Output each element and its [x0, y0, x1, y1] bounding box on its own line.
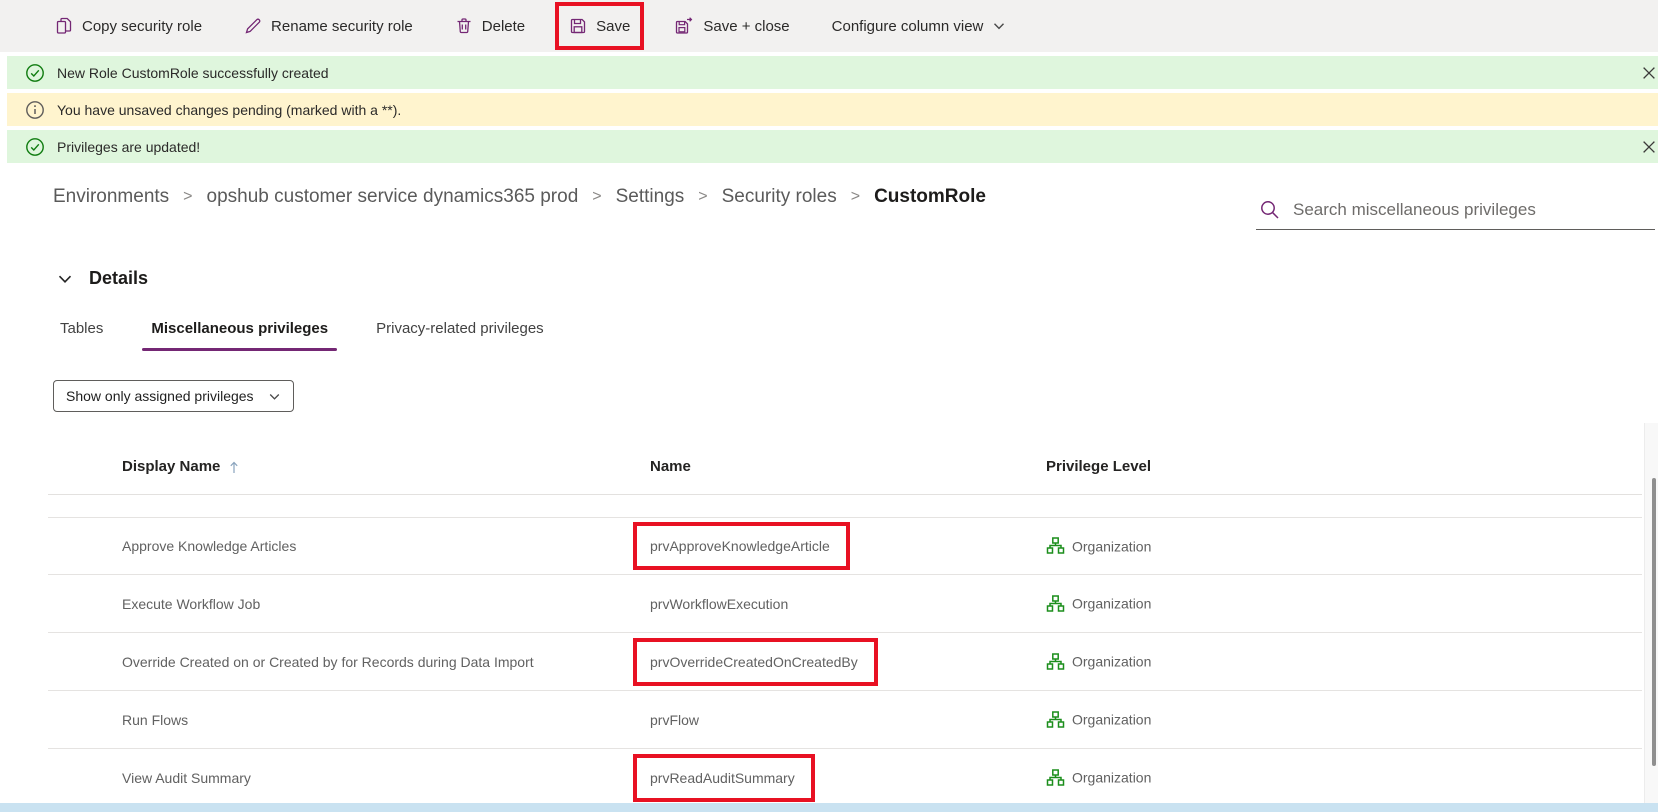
save-button[interactable]: Save: [561, 6, 638, 46]
search-input[interactable]: [1293, 200, 1655, 220]
display-name-cell: Approve Knowledge Articles: [122, 538, 296, 554]
header-divider: [48, 494, 1642, 495]
table-row-override-created-on[interactable]: Override Created on or Created by for Re…: [48, 633, 1642, 691]
name-annotation-box: prvApproveKnowledgeArticle: [633, 522, 850, 570]
tab-miscellaneous-privileges[interactable]: Miscellaneous privileges: [151, 320, 328, 337]
notification-text: Privileges are updated!: [57, 139, 200, 155]
close-icon[interactable]: [1642, 66, 1656, 80]
sort-ascending-icon: [228, 460, 240, 475]
close-icon[interactable]: [1642, 140, 1656, 154]
notification-role-created: New Role CustomRole successfully created: [7, 56, 1658, 89]
name-cell: prvOverrideCreatedOnCreatedBy: [650, 638, 878, 686]
search-icon: [1258, 198, 1281, 221]
info-circle-icon: [24, 99, 46, 121]
security-role-editor: Copy security role Rename security role …: [0, 0, 1658, 812]
privileges-filter-value: Show only assigned privileges: [66, 388, 260, 404]
tab-tables[interactable]: Tables: [60, 320, 103, 337]
save-label: Save: [596, 18, 630, 35]
org-chart-icon: [1046, 652, 1065, 671]
table-row-view-audit-summary[interactable]: View Audit Summary prvReadAuditSummary O…: [48, 749, 1642, 807]
details-section-toggle[interactable]: Details: [57, 268, 148, 289]
column-header-name[interactable]: Name: [650, 452, 691, 482]
copy-icon: [55, 17, 73, 35]
table-row-execute-workflow-job[interactable]: Execute Workflow Job prvWorkflowExecutio…: [48, 575, 1642, 633]
name-cell: prvApproveKnowledgeArticle: [650, 522, 850, 570]
configure-column-view-button[interactable]: Configure column view: [820, 6, 1019, 46]
name-cell: prvFlow: [650, 712, 699, 728]
breadcrumb-environment-name[interactable]: opshub customer service dynamics365 prod: [207, 186, 579, 208]
privilege-level-cell: Organization: [1046, 652, 1151, 671]
display-name-cell: Override Created on or Created by for Re…: [122, 654, 534, 670]
chevron-down-icon: [268, 390, 281, 403]
check-circle-icon: [24, 62, 46, 84]
breadcrumb-separator: >: [183, 188, 192, 206]
breadcrumb-separator: >: [698, 188, 707, 206]
org-chart-icon: [1046, 768, 1065, 787]
horizontal-scrollbar[interactable]: [0, 803, 1658, 812]
privilege-level-cell: Organization: [1046, 768, 1151, 787]
name-annotation-box: prvReadAuditSummary: [633, 754, 815, 802]
breadcrumb: Environments > opshub customer service d…: [53, 186, 986, 208]
notification-unsaved-changes: You have unsaved changes pending (marked…: [7, 93, 1658, 126]
breadcrumb-security-roles[interactable]: Security roles: [722, 186, 837, 208]
org-chart-icon: [1046, 537, 1065, 556]
privilege-level-cell: Organization: [1046, 710, 1151, 729]
display-name-cell: View Audit Summary: [122, 770, 251, 786]
rename-security-role-label: Rename security role: [271, 18, 413, 35]
name-annotation-box: prvOverrideCreatedOnCreatedBy: [633, 638, 878, 686]
display-name-cell: Execute Workflow Job: [122, 596, 260, 612]
breadcrumb-separator: >: [851, 188, 860, 206]
table-header: Display Name Name Privilege Level: [48, 452, 1642, 482]
check-circle-icon: [24, 136, 46, 158]
privilege-level-cell: Organization: [1046, 537, 1151, 556]
details-label: Details: [89, 268, 148, 289]
save-annotation-box: Save: [555, 2, 644, 50]
column-header-privilege-level[interactable]: Privilege Level: [1046, 452, 1151, 482]
pencil-icon: [244, 17, 262, 35]
copy-security-role-button[interactable]: Copy security role: [43, 6, 214, 46]
org-chart-icon: [1046, 594, 1065, 613]
notification-text: New Role CustomRole successfully created: [57, 65, 329, 81]
configure-column-view-label: Configure column view: [832, 18, 984, 35]
save-and-close-button[interactable]: Save + close: [662, 6, 801, 46]
copy-security-role-label: Copy security role: [82, 18, 202, 35]
name-cell: prvWorkflowExecution: [650, 596, 788, 612]
notification-text: You have unsaved changes pending (marked…: [57, 102, 401, 118]
table-row-approve-knowledge-articles[interactable]: Approve Knowledge Articles prvApproveKno…: [48, 517, 1642, 575]
breadcrumb-current-customrole: CustomRole: [874, 186, 986, 208]
save-icon: [569, 17, 587, 35]
breadcrumb-environments[interactable]: Environments: [53, 186, 169, 208]
notification-area: New Role CustomRole successfully created…: [7, 56, 1658, 167]
chevron-down-icon: [57, 271, 73, 287]
privileges-filter-dropdown[interactable]: Show only assigned privileges: [53, 380, 294, 412]
breadcrumb-settings[interactable]: Settings: [616, 186, 685, 208]
chevron-down-icon: [992, 19, 1006, 33]
column-header-display-name[interactable]: Display Name: [122, 452, 240, 482]
vertical-scrollbar[interactable]: [1644, 423, 1658, 803]
delete-button[interactable]: Delete: [443, 6, 537, 46]
tab-bar: Tables Miscellaneous privileges Privacy-…: [60, 320, 544, 337]
notification-privileges-updated: Privileges are updated!: [7, 130, 1658, 163]
breadcrumb-separator: >: [592, 188, 601, 206]
privilege-level-cell: Organization: [1046, 594, 1151, 613]
command-bar: Copy security role Rename security role …: [0, 0, 1658, 52]
name-cell: prvReadAuditSummary: [650, 754, 815, 802]
trash-icon: [455, 17, 473, 35]
org-chart-icon: [1046, 710, 1065, 729]
rename-security-role-button[interactable]: Rename security role: [232, 6, 425, 46]
save-close-icon: [674, 17, 694, 35]
table-row-run-flows[interactable]: Run Flows prvFlow Organization: [48, 691, 1642, 749]
search-box: [1256, 190, 1655, 230]
delete-label: Delete: [482, 18, 525, 35]
display-name-cell: Run Flows: [122, 712, 188, 728]
tab-privacy-related-privileges[interactable]: Privacy-related privileges: [376, 320, 544, 337]
vertical-scrollbar-thumb[interactable]: [1652, 478, 1656, 766]
save-and-close-label: Save + close: [703, 18, 789, 35]
